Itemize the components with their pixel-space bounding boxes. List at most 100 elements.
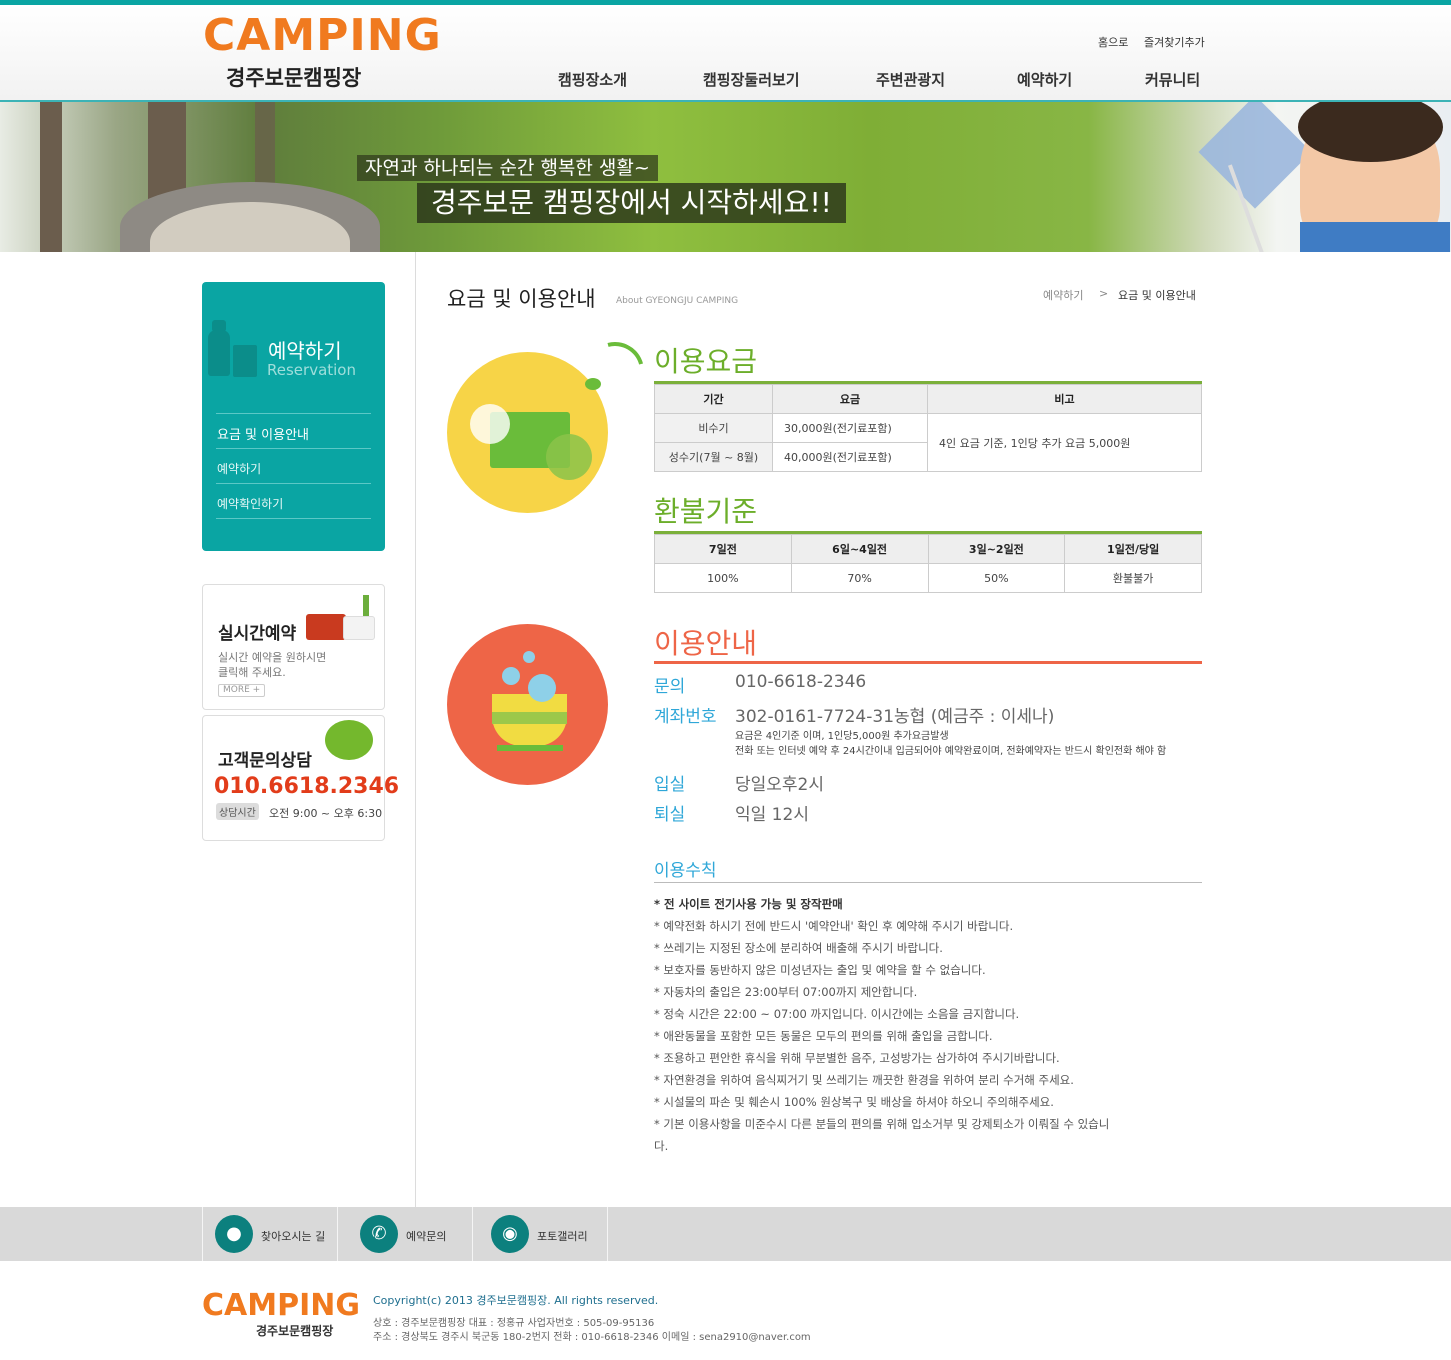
footer-separator bbox=[337, 1207, 338, 1261]
map-pin-icon[interactable]: ● bbox=[215, 1215, 253, 1253]
side-menu-separator bbox=[216, 413, 371, 414]
table-header: 요금 bbox=[772, 384, 928, 414]
logo[interactable]: CAMPING bbox=[203, 10, 442, 61]
footer-separator bbox=[202, 1207, 203, 1261]
logo-subtitle[interactable]: 경주보문캠핑장 bbox=[226, 62, 361, 92]
side-item-fees[interactable]: 요금 및 이용안내 bbox=[217, 424, 309, 443]
nav-intro[interactable]: 캠핑장소개 bbox=[558, 69, 627, 90]
table-header: 기간 bbox=[654, 384, 773, 414]
footer-logo-subtitle: 경주보문캠핑장 bbox=[256, 1324, 334, 1338]
column-divider bbox=[415, 252, 416, 1207]
reservation-inquiry-link[interactable]: 예약문의 bbox=[406, 1228, 446, 1244]
checkout-label: 퇴실 bbox=[654, 805, 686, 825]
table-header: 7일전 bbox=[654, 534, 792, 564]
footer-separator bbox=[472, 1207, 473, 1261]
fees-table: 기간 요금 비고 비수기 30,000원(전기료포함) 4인 요금 기준, 1인… bbox=[654, 384, 1202, 472]
bubble-icon bbox=[528, 674, 556, 702]
table-cell: 비수기 bbox=[654, 413, 773, 443]
dollar-coin-icon bbox=[546, 434, 592, 480]
table-cell: 성수기(7월 ~ 8월) bbox=[654, 442, 773, 472]
breadcrumb-parent[interactable]: 예약하기 bbox=[1043, 287, 1083, 303]
rule-item: 다. bbox=[654, 1139, 669, 1153]
rule-item: * 자동차의 출입은 23:00부터 07:00까지 제안합니다. bbox=[654, 985, 918, 999]
photo-gallery-link[interactable]: 포토갤러리 bbox=[537, 1228, 588, 1244]
footer-separator bbox=[607, 1207, 608, 1261]
plant-icon bbox=[363, 595, 369, 617]
hero-banner bbox=[0, 102, 1451, 252]
banner-headline: 경주보문 캠핑장에서 시작하세요!! bbox=[417, 183, 846, 223]
realtime-desc: 실시간 예약을 원하시면 클릭해 주세요. bbox=[218, 651, 327, 679]
rule-item: * 전 사이트 전기사용 가능 및 장작판매 bbox=[654, 897, 843, 911]
contact-title: 고객문의상담 bbox=[218, 751, 312, 771]
rule-item: * 예약전화 하시기 전에 반드시 '예약안내' 확인 후 예약해 주시기 바랍… bbox=[654, 919, 1014, 933]
info-note: 요금은 4인기준 이며, 1인당5,000원 추가요금발생 bbox=[735, 731, 949, 742]
won-coin-icon bbox=[470, 404, 510, 444]
info-note: 전화 또는 인터넷 예약 후 24시간이내 입금되어야 예약완료이며, 전화예약… bbox=[735, 746, 1167, 757]
directions-link[interactable]: 찾아오시는 길 bbox=[261, 1228, 325, 1244]
table-cell: 4인 요금 기준, 1인당 추가 요금 5,000원 bbox=[927, 413, 1202, 472]
table-header: 1일전/당일 bbox=[1064, 534, 1202, 564]
phone-icon[interactable]: ✆ bbox=[360, 1215, 398, 1253]
table-header: 비고 bbox=[927, 384, 1202, 414]
table-header: 6일~4일전 bbox=[790, 534, 929, 564]
flip-clock-icon bbox=[306, 614, 346, 640]
table-header: 3일~2일전 bbox=[927, 534, 1066, 564]
nav-reservation[interactable]: 예약하기 bbox=[1017, 69, 1072, 90]
camera-icon[interactable]: ◉ bbox=[491, 1215, 529, 1253]
table-cell: 70% bbox=[790, 563, 929, 593]
contact-hours: 오전 9:00 ~ 오후 6:30 bbox=[269, 807, 383, 820]
mug-icon bbox=[233, 345, 257, 377]
table-cell: 40,000원(전기료포함) bbox=[772, 442, 928, 472]
rule-item: * 애완동물을 포함한 모든 동물은 모두의 편의를 위해 출입을 금합니다. bbox=[654, 1029, 993, 1043]
business-info: 상호 : 경주보문캠핑장 대표 : 정홍규 사업자번호 : 505-09-951… bbox=[373, 1318, 655, 1329]
breadcrumb-separator: > bbox=[1099, 287, 1109, 300]
inquiry-value: 010-6618-2346 bbox=[735, 672, 867, 692]
rule-item: * 쓰레기는 지정된 장소에 분리하여 배출해 주시기 바랍니다. bbox=[654, 941, 943, 955]
table-cell: 100% bbox=[654, 563, 792, 593]
rule-item: * 조용하고 편안한 휴식을 위해 무분별한 음주, 고성방가는 삼가하여 주시… bbox=[654, 1051, 1060, 1065]
side-menu-title: 예약하기 bbox=[268, 339, 342, 363]
address-info: 주소 : 경상북도 경주시 북군동 180-2번지 전화 : 010-6618-… bbox=[373, 1332, 811, 1343]
refund-table: 7일전 6일~4일전 3일~2일전 1일전/당일 100% 70% 50% 환불… bbox=[654, 534, 1202, 593]
rules-rule bbox=[654, 882, 1202, 883]
rule-item: * 시설물의 파손 및 훼손시 100% 원상복구 및 배상을 하셔야 하오니 … bbox=[654, 1095, 1054, 1109]
page-title: 요금 및 이용안내 bbox=[447, 287, 596, 311]
bottle-icon bbox=[208, 330, 230, 376]
checkin-label: 입실 bbox=[654, 775, 686, 795]
home-link[interactable]: 홈으로 bbox=[1098, 34, 1128, 50]
side-menu-separator bbox=[216, 518, 371, 519]
nav-community[interactable]: 커뮤니티 bbox=[1145, 69, 1200, 90]
side-menu-separator bbox=[216, 448, 371, 449]
account-value: 302-0161-7724-31농협 (예금주 : 이세나) bbox=[735, 707, 1055, 727]
realtime-title: 실시간예약 bbox=[218, 624, 297, 644]
breadcrumb-current: 요금 및 이용안내 bbox=[1118, 289, 1196, 302]
pinwheel-image bbox=[1198, 102, 1312, 209]
hours-badge: 상담시간 bbox=[216, 803, 259, 820]
checkin-value: 당일오후2시 bbox=[735, 775, 825, 795]
inquiry-label: 문의 bbox=[654, 677, 686, 697]
more-button[interactable]: MORE + bbox=[218, 684, 266, 697]
bookmark-link[interactable]: 즐겨찾기추가 bbox=[1144, 34, 1205, 50]
rule-item: * 보호자를 동반하지 않은 미성년자는 출입 및 예약을 할 수 없습니다. bbox=[654, 963, 986, 977]
side-item-reserve[interactable]: 예약하기 bbox=[217, 460, 261, 477]
account-label: 계좌번호 bbox=[654, 707, 717, 727]
speech-bubble-icon bbox=[325, 720, 373, 760]
nav-attractions[interactable]: 주변관광지 bbox=[876, 69, 945, 90]
info-rule bbox=[654, 661, 1202, 664]
checkout-value: 익일 12시 bbox=[735, 805, 809, 825]
copyright: Copyright(c) 2013 경주보문캠핑장. All rights re… bbox=[373, 1294, 659, 1307]
rule-item: * 자연환경을 위하여 음식찌거기 및 쓰레기는 깨끗한 환경을 위하여 분리 … bbox=[654, 1073, 1074, 1087]
side-menu-separator bbox=[216, 483, 371, 484]
nav-tour[interactable]: 캠핑장둘러보기 bbox=[703, 69, 800, 90]
refund-title: 환불기준 bbox=[654, 495, 758, 528]
info-title: 이용안내 bbox=[654, 627, 758, 660]
rule-item: * 기본 이용사항을 미준수시 다른 분들의 편의를 위해 입소거부 및 강제퇴… bbox=[654, 1117, 1110, 1131]
side-menu-subtitle: Reservation bbox=[267, 361, 356, 379]
page-title-en: About GYEONGJU CAMPING bbox=[616, 296, 739, 306]
rules-title: 이용수칙 bbox=[654, 861, 717, 881]
banner-slogan: 자연과 하나되는 순간 행복한 생활~ bbox=[357, 155, 658, 181]
contact-phone: 010.6618.2346 bbox=[214, 774, 400, 799]
table-cell: 50% bbox=[927, 563, 1066, 593]
table-cell: 환불불가 bbox=[1064, 563, 1202, 593]
side-item-check[interactable]: 예약확인하기 bbox=[217, 495, 283, 512]
